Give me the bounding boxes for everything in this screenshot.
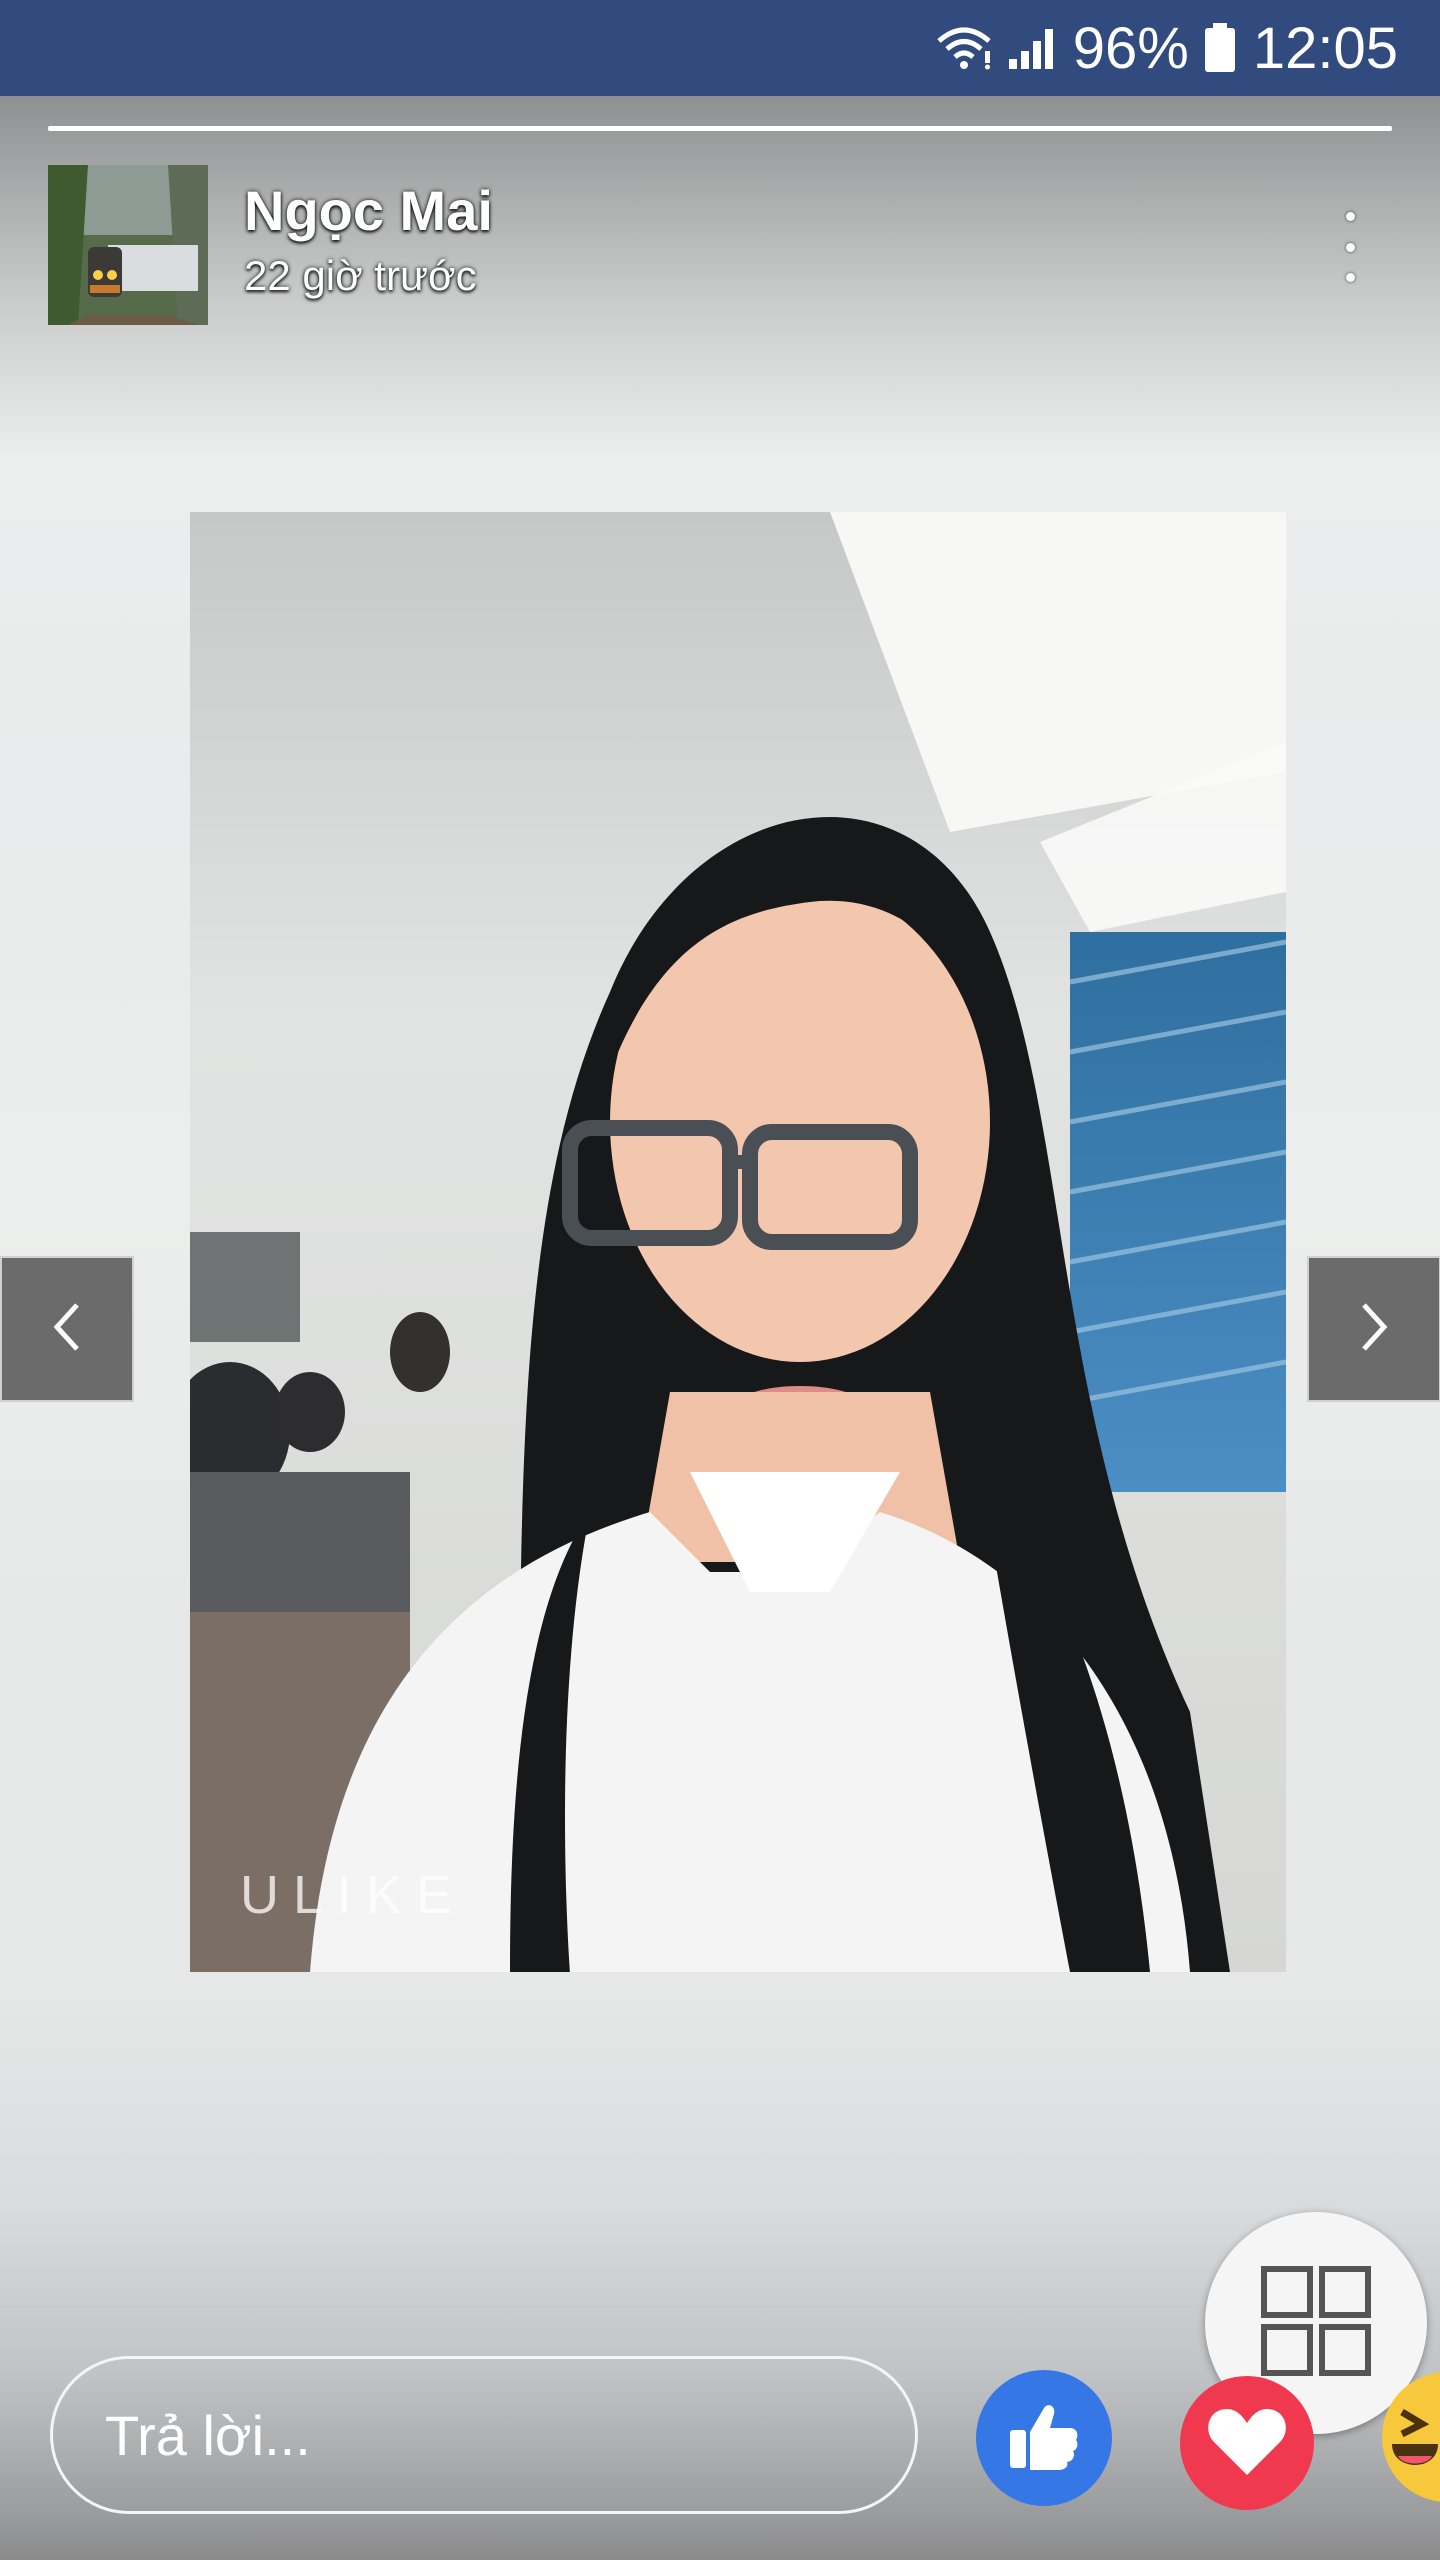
status-bar: 96% 12:05 <box>0 0 1440 96</box>
reply-field[interactable] <box>50 2356 918 2514</box>
chevron-right-icon <box>1354 1297 1394 1362</box>
like-reaction-button[interactable] <box>976 2370 1112 2506</box>
love-reaction-button[interactable] <box>1180 2376 1314 2510</box>
battery-icon <box>1203 23 1237 73</box>
photo-watermark: ULIKE <box>240 1865 467 1925</box>
author-name[interactable]: Ngọc Mai <box>244 178 493 243</box>
battery-percent: 96% <box>1072 15 1189 81</box>
story-progress-bar <box>48 126 1392 131</box>
post-timestamp: 22 giờ trước <box>244 252 477 299</box>
next-story-button[interactable] <box>1307 1256 1440 1402</box>
thumbs-up-icon <box>1004 2396 1084 2481</box>
clock: 12:05 <box>1252 15 1398 81</box>
more-options-button[interactable] <box>1322 212 1378 282</box>
chevron-left-icon <box>47 1297 87 1362</box>
avatar[interactable] <box>48 165 208 325</box>
wifi-icon <box>935 25 993 71</box>
heart-icon <box>1205 2403 1289 2484</box>
more-vertical-icon <box>1345 212 1355 221</box>
grid-icon <box>1261 2265 1371 2381</box>
signal-icon <box>1007 25 1057 71</box>
previous-story-button[interactable] <box>0 1256 134 1402</box>
reply-input[interactable] <box>103 2401 915 2469</box>
story-photo: ULIKE <box>190 512 1286 1972</box>
